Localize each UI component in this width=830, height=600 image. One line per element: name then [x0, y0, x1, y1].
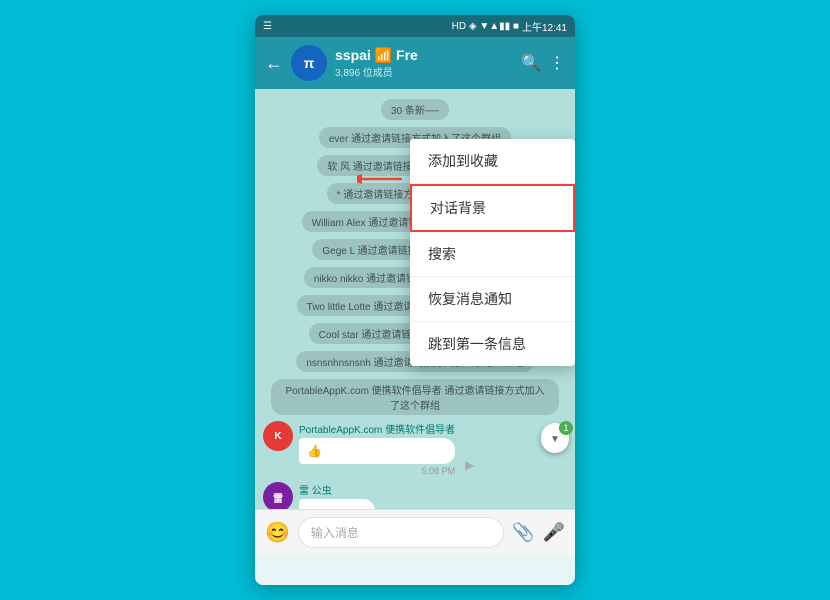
forward-icon-1[interactable]: ▶ — [465, 458, 474, 472]
avatar-lei: 雷 — [263, 482, 293, 509]
msg-content-2: 雷 公虫 …………… 5:09 PM — [299, 482, 375, 509]
emoji-button[interactable]: 😊 — [265, 520, 290, 545]
search-icon[interactable]: 🔍 — [521, 53, 541, 73]
msg-bubble-1[interactable]: 👍 — [299, 438, 455, 464]
arrow-indicator — [357, 167, 407, 198]
more-icon[interactable]: ⋮ — [549, 53, 565, 73]
phone-container: ☰ HD ◈ ▼▲▮▮ ■ 上午12:41 ← π sspai 📶 Fre 3,… — [255, 15, 575, 585]
menu-item-restore-notifications[interactable]: 恢复消息通知 — [410, 277, 575, 322]
message-1: K PortableAppK.com 便携软件倡导者 👍 5:08 PM ▶ — [263, 421, 567, 476]
msg-sender-1: PortableAppK.com 便携软件倡导者 — [299, 421, 455, 436]
status-bar: ☰ HD ◈ ▼▲▮▮ ■ 上午12:41 — [255, 15, 575, 37]
menu-item-jump-to-first[interactable]: 跳到第一条信息 — [410, 322, 575, 366]
menu-item-chat-background[interactable]: 对话背景 — [410, 184, 575, 232]
menu-item-search[interactable]: 搜索 — [410, 232, 575, 277]
member-count: 3,896 位成员 — [335, 64, 513, 79]
back-button[interactable]: ← — [265, 53, 283, 74]
group-avatar: π — [291, 45, 327, 81]
msg-sender-2: 雷 公虫 — [299, 482, 375, 497]
msg-content-1: PortableAppK.com 便携软件倡导者 👍 5:08 PM — [299, 421, 455, 476]
system-msg-10: PortableAppK.com 便携软件倡导者 通过邀请链接方式加入了这个群组 — [271, 379, 560, 415]
bottom-bar: 😊 输入消息 📎 🎤 — [255, 509, 575, 555]
chat-area: 30 条新── ever 通过邀请链接方式加入了这个群组 软 风 通过邀请链接方… — [255, 89, 575, 509]
scroll-down-button[interactable]: ▼ 1 — [541, 425, 569, 453]
mic-button[interactable]: 🎤 — [543, 522, 565, 543]
header-icons: 🔍 ⋮ — [521, 53, 565, 73]
header-info: sspai 📶 Fre 3,896 位成员 — [335, 47, 513, 79]
chevron-down-icon: ▼ — [550, 434, 560, 445]
new-messages-bar: 30 条新── — [381, 99, 449, 120]
msg-time-1: 5:08 PM — [299, 466, 455, 476]
status-left: ☰ — [263, 21, 272, 32]
dropdown-menu: 添加到收藏 对话背景 搜索 恢复消息通知 跳到第一条信息 — [410, 139, 575, 366]
message-input[interactable]: 输入消息 — [298, 517, 504, 548]
unread-badge: 1 — [559, 421, 573, 435]
status-right: HD ◈ ▼▲▮▮ ■ 上午12:41 — [452, 19, 567, 34]
status-left-icon: ☰ — [263, 21, 272, 32]
input-placeholder: 输入消息 — [311, 526, 359, 540]
status-signal: HD ◈ ▼▲▮▮ ■ — [452, 21, 519, 32]
chat-title: sspai 📶 Fre — [335, 47, 495, 64]
msg-bubble-2[interactable]: …………… — [299, 499, 375, 509]
avatar-portableappk: K — [263, 421, 293, 451]
chat-header: ← π sspai 📶 Fre 3,896 位成员 🔍 ⋮ — [255, 37, 575, 89]
menu-item-add-to-favorites[interactable]: 添加到收藏 — [410, 139, 575, 184]
status-time: 上午12:41 — [522, 19, 567, 34]
attach-button[interactable]: 📎 — [512, 522, 534, 543]
message-2: 雷 雷 公虫 …………… 5:09 PM ▶ — [263, 482, 567, 509]
